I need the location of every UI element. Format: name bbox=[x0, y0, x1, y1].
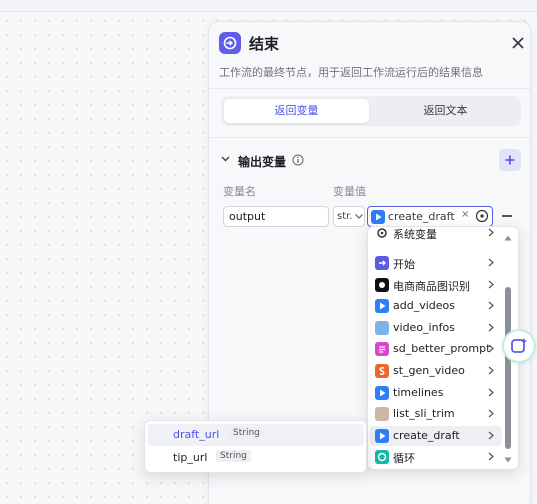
list-item-label: 开始 bbox=[393, 258, 415, 271]
list-item-label: 系统变量 bbox=[393, 228, 437, 241]
list-item-add-videos[interactable]: add_videos bbox=[370, 296, 502, 316]
field-option-tip-url[interactable]: tip_url String bbox=[148, 447, 364, 469]
field-name: tip_url bbox=[173, 451, 208, 464]
chevron-right-icon bbox=[488, 452, 494, 461]
return-mode-switch: 返回变量 返回文本 bbox=[221, 96, 521, 126]
chevron-right-icon bbox=[488, 280, 494, 289]
variable-reference-field[interactable]: create_draft - d × bbox=[367, 206, 493, 227]
remove-variable-button[interactable] bbox=[502, 215, 512, 217]
chevron-right-icon bbox=[488, 301, 494, 310]
list-item-label: 循环 bbox=[393, 452, 415, 466]
column-header-value: 变量值 bbox=[333, 185, 366, 198]
list-item-system-variables[interactable]: 系统变量 bbox=[370, 227, 502, 243]
end-node-icon bbox=[219, 32, 241, 54]
close-icon bbox=[512, 37, 524, 49]
list-item[interactable]: 开始 bbox=[370, 253, 502, 273]
chevron-right-icon bbox=[488, 431, 494, 440]
panel-description: 工作流的最终节点，用于返回工作流运行后的结果信息 bbox=[219, 66, 483, 79]
add-variable-button[interactable] bbox=[499, 149, 521, 171]
variable-name-input[interactable] bbox=[223, 206, 329, 227]
ai-sparkle-icon bbox=[511, 338, 527, 353]
field-option-draft-url[interactable]: draft_url String bbox=[148, 424, 364, 446]
divider bbox=[209, 137, 530, 138]
list-item-label: st_gen_video bbox=[393, 364, 465, 377]
divider bbox=[209, 88, 530, 89]
start-icon bbox=[375, 256, 389, 270]
list-item-st-gen-video[interactable]: st_gen_video bbox=[370, 361, 502, 381]
scroll-up-icon[interactable] bbox=[504, 235, 512, 241]
clear-reference-button[interactable]: × bbox=[461, 209, 469, 220]
output-section-header: 输出变量 bbox=[221, 149, 521, 171]
ai-assistant-button[interactable] bbox=[504, 331, 534, 361]
section-title: 输出变量 bbox=[238, 155, 287, 169]
product-recognition-icon bbox=[375, 277, 389, 292]
list-item-label: timelines bbox=[393, 385, 444, 399]
gear-icon bbox=[375, 227, 389, 240]
avatar-icon bbox=[375, 407, 389, 422]
value-type-select[interactable]: str. bbox=[333, 206, 365, 227]
video-info-icon bbox=[375, 320, 389, 335]
list-item-timelines[interactable]: timelines bbox=[370, 383, 502, 403]
scrollbar-thumb[interactable] bbox=[505, 287, 511, 449]
list-item-sd-better-prompt[interactable]: sd_better_prompt bbox=[370, 339, 502, 359]
list-item-label: 电商商品图识别 bbox=[393, 279, 470, 293]
value-type-label: str. bbox=[337, 211, 353, 222]
close-button[interactable] bbox=[509, 34, 527, 52]
target-icon[interactable] bbox=[475, 209, 489, 226]
list-item-video-infos[interactable]: video_infos bbox=[370, 318, 502, 338]
chevron-right-icon bbox=[488, 388, 494, 397]
loop-icon bbox=[375, 450, 389, 465]
chevron-right-icon bbox=[488, 323, 494, 332]
plugin-play-icon bbox=[375, 428, 389, 443]
gen-video-icon bbox=[375, 364, 389, 378]
list-item-label: list_sli_trim bbox=[393, 407, 455, 421]
variable-dropdown: 系统变量 开始电商商品图识别 add_videos video_infos sd_be… bbox=[367, 226, 519, 470]
output-field-popup: draft_url String tip_url String bbox=[144, 420, 367, 473]
chevron-right-icon bbox=[488, 344, 494, 353]
canvas-top-bar bbox=[0, 0, 537, 12]
plugin-play-icon bbox=[375, 385, 389, 400]
reference-label: create_draft - d bbox=[388, 210, 458, 223]
info-icon[interactable] bbox=[292, 154, 304, 166]
field-name: draft_url bbox=[173, 428, 220, 441]
chevron-right-icon bbox=[488, 228, 494, 237]
tab-return-variables[interactable]: 返回变量 bbox=[224, 99, 369, 123]
list-item[interactable]: 循环 bbox=[370, 447, 502, 467]
list-item[interactable]: 电商商品图识别 bbox=[370, 275, 502, 295]
plus-icon bbox=[505, 155, 515, 165]
chevron-right-icon bbox=[488, 366, 494, 375]
column-header-name: 变量名 bbox=[223, 185, 256, 198]
scroll-down-icon[interactable] bbox=[504, 457, 512, 463]
collapse-chevron-icon[interactable] bbox=[221, 156, 230, 162]
field-type-badge: String bbox=[229, 427, 264, 439]
list-item-label: create_draft bbox=[393, 428, 460, 442]
prompt-icon bbox=[375, 342, 389, 357]
chevron-down-icon bbox=[355, 214, 363, 219]
plugin-play-icon bbox=[375, 299, 389, 314]
panel-header: 结束 bbox=[219, 32, 524, 56]
field-type-badge: String bbox=[216, 450, 251, 462]
list-item-list-sli-trim[interactable]: list_sli_trim bbox=[370, 404, 502, 424]
tab-return-text[interactable]: 返回文本 bbox=[373, 99, 518, 123]
list-item-create-draft[interactable]: create_draft bbox=[370, 425, 502, 446]
list-item-label: video_infos bbox=[393, 320, 455, 334]
panel-title: 结束 bbox=[249, 35, 280, 53]
plugin-play-icon bbox=[371, 210, 385, 226]
chevron-right-icon bbox=[488, 258, 494, 267]
list-item-label: sd_better_prompt bbox=[393, 342, 491, 356]
list-item-label: add_videos bbox=[393, 299, 455, 313]
chevron-right-icon bbox=[488, 409, 494, 418]
